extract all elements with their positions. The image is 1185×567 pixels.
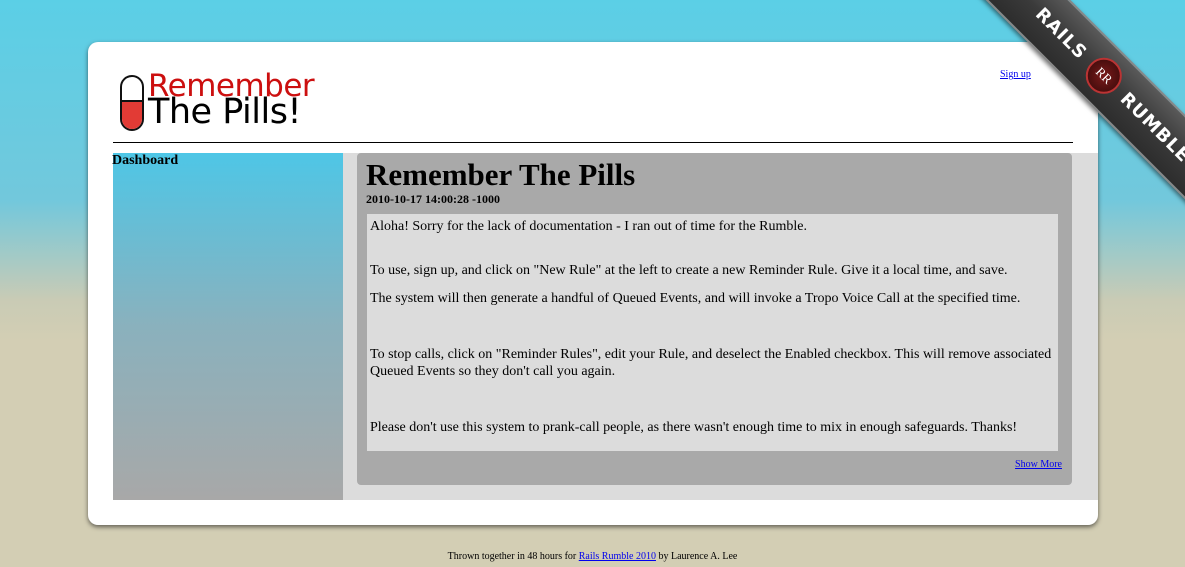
post-paragraph: The system will then generate a handful …: [370, 291, 1021, 306]
ribbon-banner: RAILS RR RUMBLE: [978, 0, 1185, 220]
ribbon-text-rails: RAILS: [1031, 3, 1092, 64]
post-paragraph: To use, sign up, and click on "New Rule"…: [370, 263, 1008, 278]
header-divider: [113, 142, 1073, 143]
post-body: Aloha! Sorry for the lack of documentati…: [367, 214, 1058, 451]
pill-icon-red-half: [122, 100, 142, 129]
page-card: Remember The Pills! Sign up Dashboard Re…: [88, 42, 1098, 525]
sidebar-title-dashboard: Dashboard: [112, 153, 179, 168]
post-paragraph: To stop calls, click on "Reminder Rules"…: [370, 347, 1052, 379]
site-logo[interactable]: Remember The Pills!: [119, 68, 329, 136]
pill-icon: [120, 75, 144, 131]
post-title: Remember The Pills: [366, 157, 636, 192]
footer-suffix: by Laurence A. Lee: [658, 551, 738, 562]
logo-text-the-pills: The Pills!: [148, 92, 302, 132]
content-area: Dashboard Remember The Pills 2010-10-17 …: [112, 153, 1098, 500]
rails-rumble-ribbon[interactable]: RAILS RR RUMBLE: [955, 0, 1185, 230]
ribbon-text-rumble: RUMBLE: [1116, 88, 1185, 167]
sidebar: Dashboard: [112, 153, 343, 500]
rails-rumble-badge-icon: RR: [1078, 50, 1130, 102]
footer-prefix: Thrown together in 48 hours for: [447, 551, 577, 562]
footer: Thrown together in 48 hours for Rails Ru…: [0, 551, 1185, 562]
post-paragraph: Please don't use this system to prank-ca…: [370, 420, 1018, 435]
show-more-link[interactable]: Show More: [1015, 459, 1062, 470]
post-date: 2010-10-17 14:00:28 -1000: [366, 192, 500, 206]
rails-rumble-link[interactable]: Rails Rumble 2010: [579, 551, 656, 562]
